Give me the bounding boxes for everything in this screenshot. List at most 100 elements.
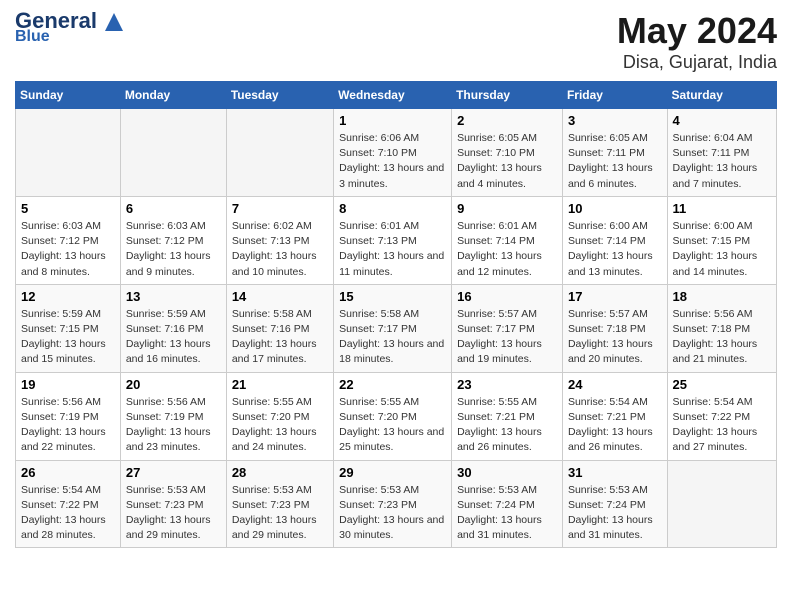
day-number: 2 xyxy=(457,113,557,128)
day-info: Sunrise: 5:58 AMSunset: 7:17 PMDaylight:… xyxy=(339,307,446,368)
day-info: Sunrise: 5:59 AMSunset: 7:15 PMDaylight:… xyxy=(21,307,115,368)
day-number: 5 xyxy=(21,201,115,216)
calendar-cell: 19 Sunrise: 5:56 AMSunset: 7:19 PMDayligh… xyxy=(16,372,121,460)
calendar-cell: 14 Sunrise: 5:58 AMSunset: 7:16 PMDayligh… xyxy=(226,284,333,372)
day-number: 8 xyxy=(339,201,446,216)
day-info: Sunrise: 5:55 AMSunset: 7:20 PMDaylight:… xyxy=(232,395,328,456)
calendar-cell: 26 Sunrise: 5:54 AMSunset: 7:22 PMDayligh… xyxy=(16,460,121,548)
day-number: 24 xyxy=(568,377,662,392)
calendar-cell xyxy=(16,109,121,197)
day-number: 18 xyxy=(673,289,771,304)
calendar-cell: 31Sunrise: 5:53 AMSunset: 7:24 PMDayligh… xyxy=(562,460,667,548)
calendar-cell: 21 Sunrise: 5:55 AMSunset: 7:20 PMDayligh… xyxy=(226,372,333,460)
calendar-cell: 22Sunrise: 5:55 AMSunset: 7:20 PMDayligh… xyxy=(334,372,452,460)
calendar-cell: 8 Sunrise: 6:01 AMSunset: 7:13 PMDaylight… xyxy=(334,196,452,284)
day-info: Sunrise: 5:58 AMSunset: 7:16 PMDaylight:… xyxy=(232,307,328,368)
weekday-header: Tuesday xyxy=(226,82,333,109)
calendar-cell: 10 Sunrise: 6:00 AMSunset: 7:14 PMDayligh… xyxy=(562,196,667,284)
calendar-week-row: 1Sunrise: 6:06 AMSunset: 7:10 PMDaylight… xyxy=(16,109,777,197)
calendar-week-row: 26 Sunrise: 5:54 AMSunset: 7:22 PMDayligh… xyxy=(16,460,777,548)
calendar-cell: 6 Sunrise: 6:03 AMSunset: 7:12 PMDaylight… xyxy=(120,196,226,284)
calendar-cell: 17 Sunrise: 5:57 AMSunset: 7:18 PMDayligh… xyxy=(562,284,667,372)
day-number: 17 xyxy=(568,289,662,304)
day-info: Sunrise: 5:54 AMSunset: 7:22 PMDaylight:… xyxy=(673,395,771,456)
day-number: 31 xyxy=(568,465,662,480)
day-number: 7 xyxy=(232,201,328,216)
day-number: 21 xyxy=(232,377,328,392)
calendar-cell: 9Sunrise: 6:01 AMSunset: 7:14 PMDaylight… xyxy=(452,196,563,284)
day-info: Sunrise: 5:54 AMSunset: 7:22 PMDaylight:… xyxy=(21,483,115,544)
page-header: General Blue May 2024 Disa, Gujarat, Ind… xyxy=(15,10,777,73)
day-info: Sunrise: 6:01 AMSunset: 7:14 PMDaylight:… xyxy=(457,219,557,280)
day-number: 19 xyxy=(21,377,115,392)
calendar-cell: 11 Sunrise: 6:00 AMSunset: 7:15 PMDayligh… xyxy=(667,196,776,284)
day-info: Sunrise: 5:53 AMSunset: 7:24 PMDaylight:… xyxy=(457,483,557,544)
calendar-cell: 20 Sunrise: 5:56 AMSunset: 7:19 PMDayligh… xyxy=(120,372,226,460)
day-info: Sunrise: 6:03 AMSunset: 7:12 PMDaylight:… xyxy=(126,219,221,280)
calendar-title: May 2024 xyxy=(617,10,777,52)
logo-blue: Blue xyxy=(15,28,50,46)
day-number: 3 xyxy=(568,113,662,128)
calendar-cell: 30 Sunrise: 5:53 AMSunset: 7:24 PMDayligh… xyxy=(452,460,563,548)
calendar-cell: 27Sunrise: 5:53 AMSunset: 7:23 PMDayligh… xyxy=(120,460,226,548)
day-info: Sunrise: 5:56 AMSunset: 7:19 PMDaylight:… xyxy=(21,395,115,456)
day-number: 10 xyxy=(568,201,662,216)
calendar-cell: 1Sunrise: 6:06 AMSunset: 7:10 PMDaylight… xyxy=(334,109,452,197)
day-info: Sunrise: 6:00 AMSunset: 7:15 PMDaylight:… xyxy=(673,219,771,280)
day-number: 16 xyxy=(457,289,557,304)
calendar-week-row: 19 Sunrise: 5:56 AMSunset: 7:19 PMDayligh… xyxy=(16,372,777,460)
day-number: 1 xyxy=(339,113,446,128)
calendar-cell: 25 Sunrise: 5:54 AMSunset: 7:22 PMDayligh… xyxy=(667,372,776,460)
day-number: 6 xyxy=(126,201,221,216)
day-info: Sunrise: 6:04 AMSunset: 7:11 PMDaylight:… xyxy=(673,131,771,192)
day-info: Sunrise: 5:54 AMSunset: 7:21 PMDaylight:… xyxy=(568,395,662,456)
day-number: 14 xyxy=(232,289,328,304)
day-info: Sunrise: 5:59 AMSunset: 7:16 PMDaylight:… xyxy=(126,307,221,368)
day-number: 29 xyxy=(339,465,446,480)
day-info: Sunrise: 5:55 AMSunset: 7:20 PMDaylight:… xyxy=(339,395,446,456)
day-info: Sunrise: 5:57 AMSunset: 7:17 PMDaylight:… xyxy=(457,307,557,368)
day-number: 28 xyxy=(232,465,328,480)
calendar-cell: 28 Sunrise: 5:53 AMSunset: 7:23 PMDayligh… xyxy=(226,460,333,548)
weekday-header-row: SundayMondayTuesdayWednesdayThursdayFrid… xyxy=(16,82,777,109)
calendar-cell: 7Sunrise: 6:02 AMSunset: 7:13 PMDaylight… xyxy=(226,196,333,284)
day-info: Sunrise: 5:56 AMSunset: 7:19 PMDaylight:… xyxy=(126,395,221,456)
weekday-header: Friday xyxy=(562,82,667,109)
calendar-cell: 23Sunrise: 5:55 AMSunset: 7:21 PMDayligh… xyxy=(452,372,563,460)
weekday-header: Sunday xyxy=(16,82,121,109)
day-number: 27 xyxy=(126,465,221,480)
day-info: Sunrise: 6:05 AMSunset: 7:10 PMDaylight:… xyxy=(457,131,557,192)
day-number: 30 xyxy=(457,465,557,480)
calendar-subtitle: Disa, Gujarat, India xyxy=(617,52,777,73)
day-info: Sunrise: 5:53 AMSunset: 7:23 PMDaylight:… xyxy=(232,483,328,544)
weekday-header: Thursday xyxy=(452,82,563,109)
day-number: 11 xyxy=(673,201,771,216)
day-number: 12 xyxy=(21,289,115,304)
calendar-cell: 5 Sunrise: 6:03 AMSunset: 7:12 PMDaylight… xyxy=(16,196,121,284)
day-info: Sunrise: 6:03 AMSunset: 7:12 PMDaylight:… xyxy=(21,219,115,280)
calendar-cell: 4 Sunrise: 6:04 AMSunset: 7:11 PMDaylight… xyxy=(667,109,776,197)
day-number: 15 xyxy=(339,289,446,304)
day-number: 4 xyxy=(673,113,771,128)
day-info: Sunrise: 5:57 AMSunset: 7:18 PMDaylight:… xyxy=(568,307,662,368)
calendar-cell xyxy=(226,109,333,197)
calendar-table: SundayMondayTuesdayWednesdayThursdayFrid… xyxy=(15,81,777,548)
day-info: Sunrise: 6:01 AMSunset: 7:13 PMDaylight:… xyxy=(339,219,446,280)
weekday-header: Monday xyxy=(120,82,226,109)
weekday-header: Saturday xyxy=(667,82,776,109)
day-number: 13 xyxy=(126,289,221,304)
day-number: 26 xyxy=(21,465,115,480)
calendar-cell: 13 Sunrise: 5:59 AMSunset: 7:16 PMDayligh… xyxy=(120,284,226,372)
calendar-cell: 15 Sunrise: 5:58 AMSunset: 7:17 PMDayligh… xyxy=(334,284,452,372)
calendar-cell xyxy=(667,460,776,548)
title-block: May 2024 Disa, Gujarat, India xyxy=(617,10,777,73)
calendar-cell: 16 Sunrise: 5:57 AMSunset: 7:17 PMDayligh… xyxy=(452,284,563,372)
logo-icon xyxy=(105,13,123,31)
day-info: Sunrise: 6:00 AMSunset: 7:14 PMDaylight:… xyxy=(568,219,662,280)
day-number: 25 xyxy=(673,377,771,392)
day-info: Sunrise: 6:05 AMSunset: 7:11 PMDaylight:… xyxy=(568,131,662,192)
day-number: 20 xyxy=(126,377,221,392)
weekday-header: Wednesday xyxy=(334,82,452,109)
logo: General Blue xyxy=(15,10,123,46)
day-info: Sunrise: 5:55 AMSunset: 7:21 PMDaylight:… xyxy=(457,395,557,456)
